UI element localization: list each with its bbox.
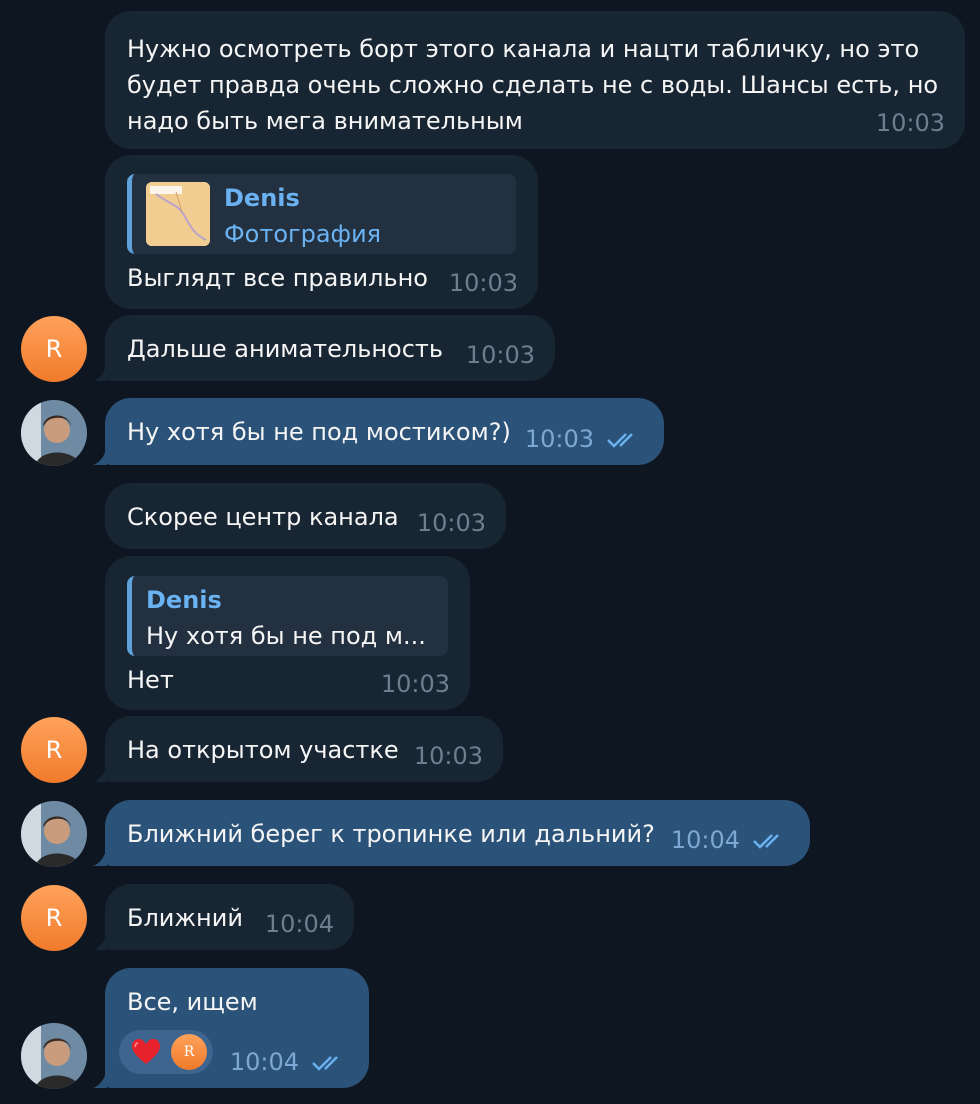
user-avatar[interactable] [21,1023,87,1089]
message-time: 10:03 [875,109,945,137]
message-text: Нужно осмотреть борт этого канала и нацт… [127,35,939,135]
photo-thumbnail [146,182,210,246]
bubble-tail [93,1068,107,1088]
message-time-wrap: 10:04 [230,1048,349,1076]
message-incoming[interactable]: Denis Фотография Выглядт все правильно 1… [105,155,538,309]
reply-preview[interactable]: Denis Ну хотя бы не под м... [127,576,448,656]
message-outgoing[interactable]: Ну хотя бы не под мостиком?) 10:03 [93,398,664,465]
message-incoming[interactable]: Denis Ну хотя бы не под м... Нет 10:03 [105,556,470,710]
message-incoming[interactable]: Нужно осмотреть борт этого канала и нацт… [105,11,965,149]
message-time: 10:04 [264,910,334,938]
reaction-user-avatar: R [171,1034,207,1070]
heart-icon [132,1039,160,1064]
message-text: Все, ищем [127,988,258,1016]
contact-avatar[interactable]: R [21,717,87,783]
message-time-wrap: 10:03 [525,425,644,453]
message-time: 10:03 [448,269,518,297]
avatar-initial: R [45,736,63,764]
reply-preview[interactable]: Denis Фотография [127,174,516,254]
message-time: 10:03 [416,509,486,537]
reply-caption: Фотография [224,220,382,248]
read-checkmarks-icon [312,1056,338,1071]
reaction-user-initial: R [183,1044,195,1060]
reply-author: Denis [146,586,222,614]
reaction-chip[interactable]: R [119,1030,213,1074]
message-time: 10:04 [670,826,740,854]
message-time-wrap: 10:04 [671,826,790,854]
message-time: 10:03 [465,341,535,369]
bubble-tail [93,762,107,782]
message-time: 10:03 [380,670,450,698]
avatar-initial: R [45,335,63,363]
avatar-initial: R [45,904,63,932]
bubble-tail [93,445,107,465]
message-outgoing[interactable]: Все, ищем R 10:04 [93,968,369,1088]
message-time: 10:03 [524,425,594,453]
message-time: 10:03 [413,742,483,770]
message-outgoing[interactable]: Ближний берег к тропинке или дальний? 10… [93,800,810,866]
read-checkmarks-icon [753,834,779,849]
user-avatar[interactable] [21,801,87,867]
bubble-tail [93,361,107,381]
message-time: 10:04 [229,1048,299,1076]
reply-text: Ну хотя бы не под м... [146,622,426,650]
read-checkmarks-icon [607,433,633,448]
message-incoming[interactable]: Дальше анимательность 10:03 [93,315,555,381]
message-incoming[interactable]: Ближний 10:04 [93,884,354,950]
user-avatar[interactable] [21,400,87,466]
bubble-tail [93,930,107,950]
contact-avatar[interactable]: R [21,885,87,951]
bubble-tail [93,846,107,866]
message-incoming[interactable]: На открытом участке 10:03 [93,716,503,782]
reply-author: Denis [224,184,300,212]
message-incoming[interactable]: Скорее центр канала 10:03 [105,483,506,549]
contact-avatar[interactable]: R [21,316,87,382]
